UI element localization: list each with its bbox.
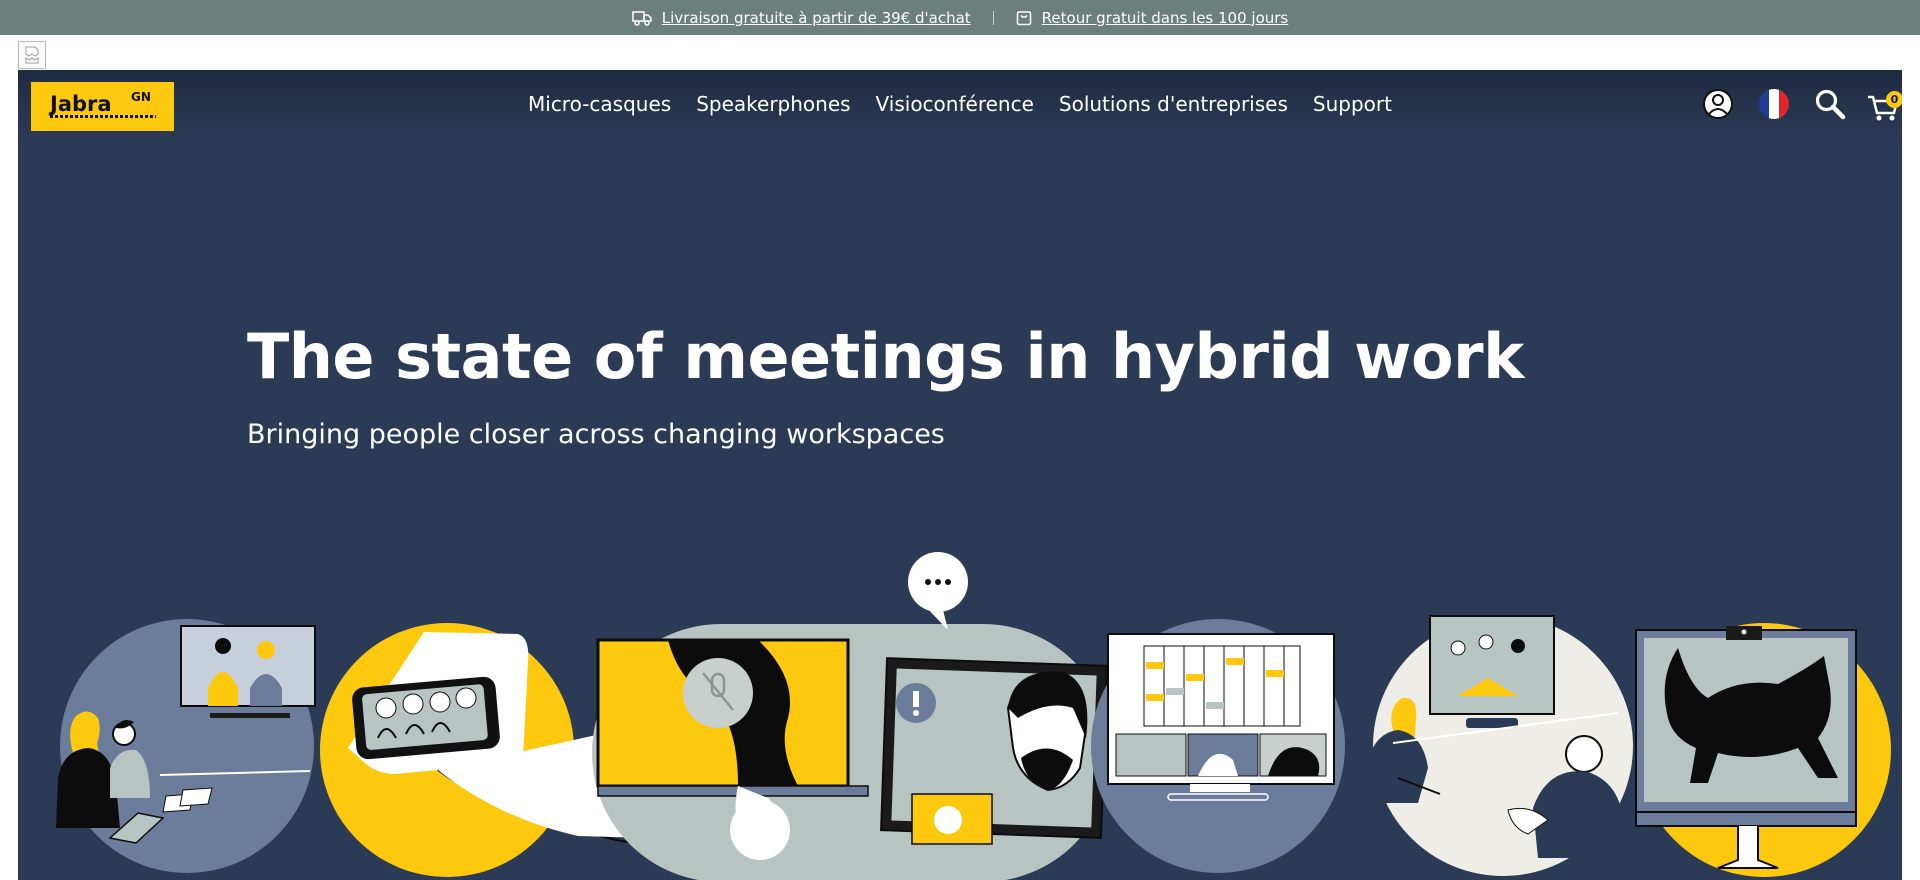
account-icon[interactable] [1702, 87, 1734, 125]
header-icons: 0 [1702, 87, 1902, 125]
returns-link[interactable]: Retour gratuit dans les 100 jours [1042, 9, 1289, 27]
meeting-room-scene [56, 619, 316, 873]
hero-section: Jabra GN Micro-casques Speakerphones Vis… [18, 70, 1902, 880]
hero-title: The state of meetings in hybrid work [247, 320, 1524, 393]
nav-item-solutions-entreprises[interactable]: Solutions d'entreprises [1059, 92, 1288, 116]
nav-item-micro-casques[interactable]: Micro-casques [528, 92, 671, 116]
hybrid-meetings-illustration [56, 552, 1891, 880]
logo-gn-mark: GN [131, 90, 151, 104]
shopping-bag-icon [1016, 11, 1031, 26]
main-navigation: Jabra GN Micro-casques Speakerphones Vis… [18, 70, 1902, 140]
home-office-cat-scene [1635, 623, 1891, 877]
nav-item-support[interactable]: Support [1313, 92, 1392, 116]
collaboration-board-scene [1091, 619, 1345, 873]
cart-icon[interactable]: 0 [1866, 88, 1902, 124]
remote-video-scene [592, 552, 1112, 880]
cart-count-badge: 0 [1886, 91, 1902, 108]
nav-item-speakerphones[interactable]: Speakerphones [696, 92, 850, 116]
broken-image-icon [18, 41, 46, 69]
logo-wordmark: Jabra [50, 92, 112, 116]
french-flag-icon[interactable] [1758, 87, 1790, 125]
search-icon[interactable] [1814, 88, 1846, 124]
nav-item-visioconference[interactable]: Visioconférence [876, 92, 1034, 116]
nav-menu: Micro-casques Speakerphones Visioconfére… [528, 92, 1392, 116]
logo-dots [50, 115, 156, 118]
shipping-notice[interactable]: Livraison gratuite à partir de 39€ d'ach… [632, 9, 971, 27]
shipping-link[interactable]: Livraison gratuite à partir de 39€ d'ach… [662, 9, 971, 27]
truck-icon [632, 10, 652, 26]
returns-notice[interactable]: Retour gratuit dans les 100 jours [1016, 9, 1289, 27]
conference-room-scene [1366, 615, 1633, 876]
hero-subtitle: Bringing people closer across changing w… [247, 419, 945, 450]
announcement-divider [992, 10, 994, 25]
announcement-bar: Livraison gratuite à partir de 39€ d'ach… [0, 0, 1920, 35]
jabra-logo[interactable]: Jabra GN [31, 82, 174, 131]
